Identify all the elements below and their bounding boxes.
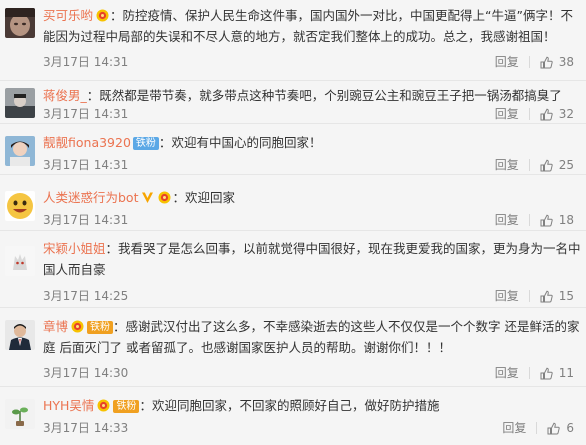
reply-button[interactable]: 回复: [495, 52, 519, 72]
like-button[interactable]: 38: [540, 52, 574, 72]
avatar[interactable]: [5, 191, 35, 221]
thumbs-up-icon: [540, 56, 553, 68]
comment-item: 章博 铁粉 ：感谢武汉付出了这么多，不幸感染逝去的这些人不仅仅是一个个数字 还是鲜活…: [0, 312, 586, 387]
comment-time: 3月17日 14:33: [43, 421, 129, 435]
comment-text: 欢迎同胞回家，不回家的照顾好自己，做好防护措施: [151, 398, 440, 413]
like-count: 18: [558, 213, 574, 227]
comment-item: 买可乐哟 ：防控疫情、保护人民生命这件事，国内国外一对比，中国更配得上“牛逼”俩字…: [0, 0, 586, 81]
like-button[interactable]: 25: [540, 155, 574, 175]
comment-text: 我看哭了是怎么回事，以前就觉得中国很好，现在我更爱我的国家，更为身为一名中国人而…: [43, 241, 581, 277]
reply-button[interactable]: 回复: [495, 286, 519, 306]
like-count: 6: [566, 421, 574, 435]
comment-time: 3月17日 14:31: [43, 213, 129, 227]
comment-time: 3月17日 14:31: [43, 107, 129, 121]
avatar[interactable]: [5, 246, 35, 276]
verified-icon[interactable]: [141, 191, 154, 204]
comment-text: 欢迎有中国心的同胞回家！: [171, 135, 322, 150]
member-badge-icon[interactable]: [71, 320, 84, 333]
comment-text: 防控疫情、保护人民生命这件事，国内国外一对比，中国更配得上“牛逼”俩字！不能因为…: [43, 8, 573, 44]
username[interactable]: 靓靓fiona3920: [43, 135, 131, 150]
comment-item: 宋颖小姐姐：我看哭了是怎么回事，以前就觉得中国很好，现在我更爱我的国家，更为身为…: [0, 234, 586, 308]
like-button[interactable]: 6: [547, 418, 574, 438]
comment-item: HYH吴情 铁粉 ：欢迎同胞回家，不回家的照顾好自己，做好防护措施 3月17日 14…: [0, 391, 586, 445]
like-count: 38: [558, 55, 574, 69]
comment-text: 既然都是带节奏，就多带点这种节奏吧，个别豌豆公主和豌豆王子把一锅汤都搞臭了: [99, 88, 562, 103]
reply-button[interactable]: 回复: [495, 363, 519, 383]
like-button[interactable]: 15: [540, 286, 574, 306]
divider: [528, 159, 530, 171]
fan-badge[interactable]: 铁粉: [87, 321, 114, 334]
like-count: 15: [558, 289, 574, 303]
avatar[interactable]: [5, 136, 35, 166]
like-count: 25: [558, 158, 574, 172]
thumbs-up-icon: [540, 290, 553, 302]
comment-time: 3月17日 14:30: [43, 366, 129, 380]
reply-button[interactable]: 回复: [495, 104, 519, 124]
avatar[interactable]: [5, 399, 35, 429]
divider: [528, 290, 530, 302]
username[interactable]: 买可乐哟: [43, 8, 93, 23]
avatar[interactable]: [5, 88, 35, 118]
like-count: 11: [558, 366, 574, 380]
username[interactable]: 宋颖小姐姐: [43, 241, 106, 256]
fan-badge[interactable]: 铁粉: [132, 137, 159, 150]
username[interactable]: 人类迷惑行为bot: [43, 190, 138, 205]
thumbs-up-icon: [540, 367, 553, 379]
divider: [536, 422, 538, 434]
member-badge-icon[interactable]: [158, 191, 171, 204]
divider: [528, 56, 530, 68]
avatar[interactable]: [5, 8, 35, 38]
like-button[interactable]: 11: [540, 363, 574, 383]
thumbs-up-icon: [540, 214, 553, 226]
reply-button[interactable]: 回复: [502, 418, 526, 438]
thumbs-up-icon: [540, 108, 553, 120]
like-button[interactable]: 18: [540, 210, 574, 230]
avatar[interactable]: [5, 320, 35, 350]
like-count: 32: [558, 107, 574, 121]
username[interactable]: 蒋俊男_: [43, 88, 87, 103]
reply-button[interactable]: 回复: [495, 155, 519, 175]
username[interactable]: HYH吴情: [43, 398, 94, 413]
thumbs-up-icon: [540, 159, 553, 171]
comment-item: 人类迷惑行为bot ：欢迎回家 3月17日 14:31 回复 18: [0, 179, 586, 231]
comment-text: 欢迎回家: [185, 190, 236, 205]
divider: [528, 214, 530, 226]
divider: [528, 108, 530, 120]
fan-badge[interactable]: 铁粉: [113, 400, 140, 413]
comment-time: 3月17日 14:31: [43, 55, 129, 69]
reply-button[interactable]: 回复: [495, 210, 519, 230]
like-button[interactable]: 32: [540, 104, 574, 124]
divider: [528, 367, 530, 379]
member-badge-icon[interactable]: [97, 399, 110, 412]
thumbs-up-icon: [547, 422, 561, 434]
comment-item: 靓靓fiona3920 铁粉 ：欢迎有中国心的同胞回家！ 3月17日 14:31 回…: [0, 128, 586, 175]
comment-time: 3月17日 14:31: [43, 158, 129, 172]
comment-list: 买可乐哟 ：防控疫情、保护人民生命这件事，国内国外一对比，中国更配得上“牛逼”俩字…: [0, 0, 586, 445]
comment-item: 蒋俊男_：既然都是带节奏，就多带点这种节奏吧，个别豌豆公主和豌豆王子把一锅汤都搞…: [0, 81, 586, 124]
comment-time: 3月17日 14:25: [43, 289, 129, 303]
username[interactable]: 章博: [43, 319, 68, 334]
member-badge-icon[interactable]: [96, 9, 109, 22]
